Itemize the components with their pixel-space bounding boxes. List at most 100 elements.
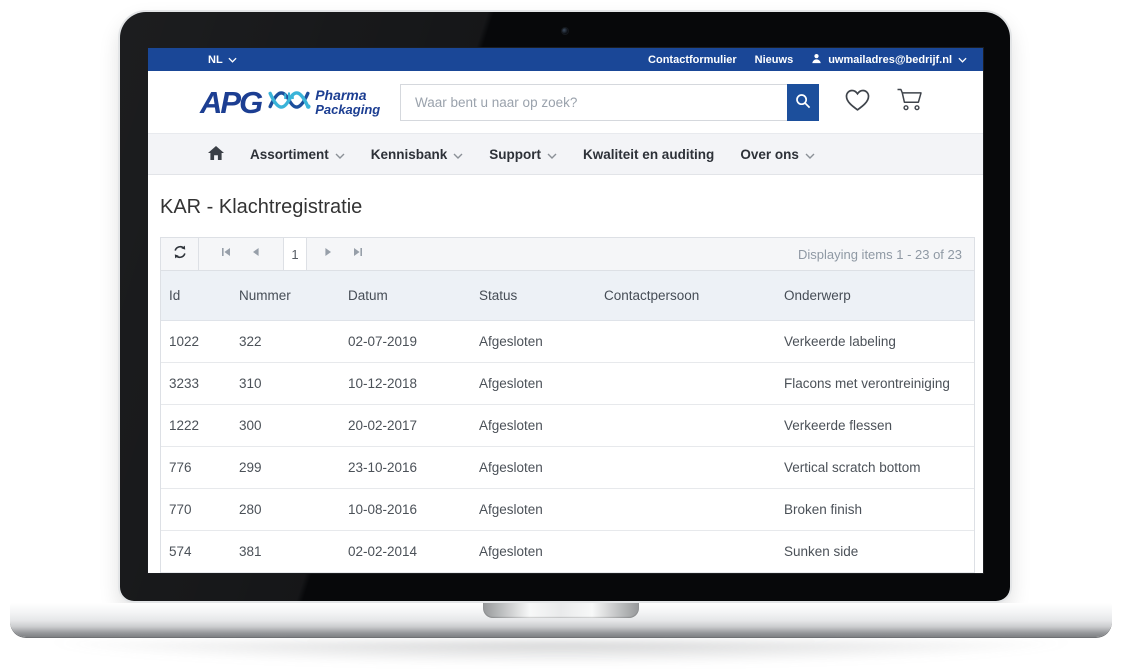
site-logo[interactable]: APG Pharma Packaging [200, 84, 400, 121]
first-page-button[interactable] [211, 238, 241, 270]
next-page-icon [321, 245, 335, 264]
cell-nummer: 310 [239, 376, 348, 391]
news-link[interactable]: Nieuws [755, 54, 794, 66]
heart-icon [844, 87, 871, 117]
page-content: KAR - Klachtregistratie [148, 175, 983, 573]
column-header-nummer[interactable]: Nummer [239, 288, 348, 303]
cell-onderwerp: Verkeerde flessen [784, 418, 974, 433]
previous-page-button[interactable] [241, 238, 271, 270]
nav-item-over-ons[interactable]: Over ons [740, 147, 815, 162]
nav-item-label: Support [489, 147, 541, 162]
cell-status: Afgesloten [479, 376, 604, 391]
cell-datum: 10-08-2016 [348, 502, 479, 517]
laptop-reflection [40, 641, 1082, 665]
user-icon [811, 53, 822, 67]
cart-icon [896, 87, 923, 117]
cell-id: 574 [169, 544, 239, 559]
logo-brand-line2: Packaging [315, 103, 380, 117]
cell-onderwerp: Vertical scratch bottom [784, 460, 974, 475]
chevron-down-icon [805, 147, 815, 162]
cell-datum: 23-10-2016 [348, 460, 479, 475]
home-icon [208, 146, 224, 163]
chevron-down-icon [453, 147, 463, 162]
nav-item-label: Kwaliteit en auditing [583, 147, 714, 162]
column-header-onderwerp[interactable]: Onderwerp [784, 288, 974, 303]
contact-form-link[interactable]: Contactformulier [648, 54, 737, 66]
cell-status: Afgesloten [479, 544, 604, 559]
cell-status: Afgesloten [479, 460, 604, 475]
nav-home[interactable] [208, 146, 224, 163]
account-menu[interactable]: uwmailadres@bedrijf.nl [811, 53, 967, 67]
table-row[interactable]: 770 280 10-08-2016 Afgesloten Broken fin… [161, 489, 974, 531]
table-row[interactable]: 1022 322 02-07-2019 Afgesloten Verkeerde… [161, 321, 974, 363]
cell-nummer: 299 [239, 460, 348, 475]
cell-id: 776 [169, 460, 239, 475]
grid-toolbar: 1 Display [161, 238, 974, 271]
logo-acronym: APG [200, 87, 261, 118]
wishlist-button[interactable] [844, 87, 871, 117]
logo-brand-line1: Pharma [315, 88, 380, 103]
current-page-indicator[interactable]: 1 [283, 238, 307, 270]
pager-status-text: Displaying items 1 - 23 of 23 [798, 247, 974, 262]
table-row[interactable]: 1222 300 20-02-2017 Afgesloten Verkeerde… [161, 405, 974, 447]
search-bar [400, 84, 819, 121]
table-row[interactable]: 574 381 02-02-2014 Afgesloten Sunken sid… [161, 531, 974, 573]
search-icon [795, 93, 811, 112]
laptop-mockup: NL Contactformulier Nieuws uwmailadres@b… [0, 0, 1122, 669]
nav-item-label: Assortiment [250, 147, 329, 162]
previous-page-icon [249, 245, 263, 264]
nav-item-kwaliteit-en-auditing[interactable]: Kwaliteit en auditing [583, 147, 714, 162]
cell-datum: 10-12-2018 [348, 376, 479, 391]
cell-nummer: 322 [239, 334, 348, 349]
table-header-row: Id Nummer Datum Status Contactpersoon On… [161, 271, 974, 321]
refresh-icon [172, 244, 188, 265]
column-header-datum[interactable]: Datum [348, 288, 479, 303]
chevron-down-icon [547, 147, 557, 162]
laptop-base-notch [483, 603, 639, 618]
cell-status: Afgesloten [479, 418, 604, 433]
column-header-contactpersoon[interactable]: Contactpersoon [604, 288, 784, 303]
laptop-lid: NL Contactformulier Nieuws uwmailadres@b… [120, 12, 1010, 601]
chevron-down-icon [958, 54, 967, 66]
table-row[interactable]: 3233 310 10-12-2018 Afgesloten Flacons m… [161, 363, 974, 405]
table-row[interactable]: 776 299 23-10-2016 Afgesloten Vertical s… [161, 447, 974, 489]
site-header: APG Pharma Packaging [148, 71, 983, 133]
next-page-button[interactable] [313, 238, 343, 270]
webcam-dot [562, 28, 568, 34]
language-label: NL [208, 54, 223, 66]
first-page-icon [219, 245, 233, 264]
nav-item-assortiment[interactable]: Assortiment [250, 147, 345, 162]
cell-onderwerp: Broken finish [784, 502, 974, 517]
last-page-button[interactable] [343, 238, 373, 270]
last-page-icon [351, 245, 365, 264]
cell-datum: 02-07-2019 [348, 334, 479, 349]
cell-nummer: 300 [239, 418, 348, 433]
chevron-down-icon [335, 147, 345, 162]
nav-item-label: Over ons [740, 147, 799, 162]
main-navigation: Assortiment Kennisbank Support [148, 133, 983, 175]
search-input[interactable] [400, 84, 787, 121]
cell-onderwerp: Sunken side [784, 544, 974, 559]
page-title: KAR - Klachtregistratie [160, 196, 983, 219]
cell-onderwerp: Verkeerde labeling [784, 334, 974, 349]
cell-datum: 20-02-2017 [348, 418, 479, 433]
complaints-grid: 1 Display [160, 237, 975, 573]
search-button[interactable] [787, 84, 819, 121]
browser-viewport: NL Contactformulier Nieuws uwmailadres@b… [148, 48, 983, 573]
nav-item-kennisbank[interactable]: Kennisbank [371, 147, 464, 162]
dna-logo-icon [267, 84, 311, 121]
account-email: uwmailadres@bedrijf.nl [828, 54, 952, 66]
nav-item-label: Kennisbank [371, 147, 448, 162]
column-header-id[interactable]: Id [169, 288, 239, 303]
refresh-button[interactable] [161, 238, 199, 270]
laptop-base [10, 603, 1112, 637]
nav-item-support[interactable]: Support [489, 147, 557, 162]
cart-button[interactable] [896, 87, 923, 117]
top-utility-bar: NL Contactformulier Nieuws uwmailadres@b… [148, 48, 983, 71]
cell-status: Afgesloten [479, 334, 604, 349]
chevron-down-icon [228, 54, 237, 66]
cell-nummer: 381 [239, 544, 348, 559]
column-header-status[interactable]: Status [479, 288, 604, 303]
language-selector[interactable]: NL [208, 54, 237, 66]
cell-id: 3233 [169, 376, 239, 391]
